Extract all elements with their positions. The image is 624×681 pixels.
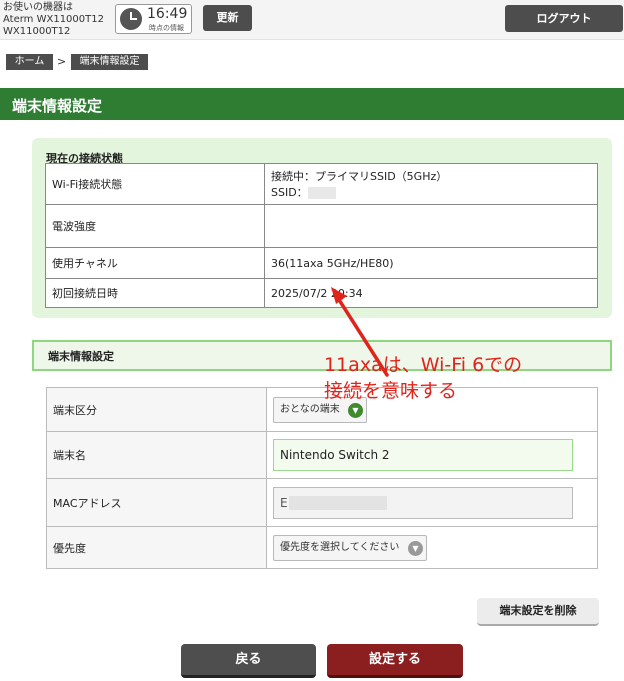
chevron-down-icon: ▼ [348,402,363,418]
table-row: 使用チャネル 36(11axa 5GHz/HE80) [45,247,598,279]
clock-time: 16:49 [147,6,188,22]
table-row: 優先度 優先度を選択してください ▼ [46,526,598,569]
update-button[interactable]: 更新 [203,5,252,31]
mac-cell: E [266,478,598,527]
top-header: お使いの機器は Aterm WX11000T12 WX11000T12 16:4… [0,0,624,40]
clock-widget: 16:49 時点の情報 [115,4,192,34]
priority-select[interactable]: 優先度を選択してください ▼ [273,534,427,561]
mac-label: MACアドレス [46,478,267,527]
wifi-status-value: 接続中：プライマリSSID（5GHz） SSID： [264,163,598,205]
device-name-label: 端末名 [46,431,267,479]
mac-redacted [289,495,387,510]
connection-status-panel: 現在の接続状態 Wi-Fi接続状態 接続中：プライマリSSID（5GHz） SS… [32,138,612,318]
channel-label: 使用チャネル [45,247,265,279]
category-label: 端末区分 [46,387,267,432]
ssid-label: SSID： [271,186,308,199]
table-row: 端末名 Nintendo Switch 2 [46,431,598,479]
annotation-text: 11axaは、Wi-Fi 6での 接続を意味する [324,352,522,404]
wifi-status-label: Wi-Fi接続状態 [45,163,265,205]
annotation-line2: 接続を意味する [324,380,458,402]
device-label: お使いの機器は [3,2,73,13]
settings-section-title: 端末情報設定 [48,350,114,363]
device-name-input[interactable]: Nintendo Switch 2 [273,439,573,471]
wifi-status-line: 接続中：プライマリSSID（5GHz） [271,170,448,183]
device-model: Aterm WX11000T12 [3,14,104,25]
table-row: Wi-Fi接続状態 接続中：プライマリSSID（5GHz） SSID： [45,163,598,205]
page-title-bar: 端末情報設定 [0,88,624,120]
settings-table: 端末区分 おとなの端末 ▼ 端末名 Nintendo Switch 2 MACア… [46,387,598,569]
table-row: 電波強度 [45,204,598,248]
page-title: 端末情報設定 [12,97,103,115]
settings-section-header: 端末情報設定 [32,340,612,371]
breadcrumb-separator: > [57,55,67,68]
device-model-secondary: WX11000T12 [3,26,71,37]
first-connect-label: 初回接続日時 [45,278,265,308]
priority-placeholder: 優先度を選択してください [280,541,400,553]
clock-label: 時点の情報 [149,24,184,32]
breadcrumb-home[interactable]: ホーム [6,54,53,70]
submit-button[interactable]: 設定する [327,644,463,678]
signal-label: 電波強度 [45,204,265,248]
delete-settings-button[interactable]: 端末設定を削除 [477,598,599,626]
annotation-line1: 11axaは、Wi-Fi 6での [324,354,523,376]
mac-value: E [280,495,288,510]
category-value: おとなの端末 [280,403,340,415]
table-row: MACアドレス E [46,478,598,527]
back-button[interactable]: 戻る [181,644,316,678]
connection-status-table: Wi-Fi接続状態 接続中：プライマリSSID（5GHz） SSID： 電波強度… [45,163,598,308]
priority-cell: 優先度を選択してください ▼ [266,526,598,569]
breadcrumb-current: 端末情報設定 [71,54,148,70]
device-info: お使いの機器は Aterm WX11000T12 WX11000T12 [3,2,104,38]
signal-value [264,204,598,248]
mac-address-field: E [273,486,573,519]
ssid-line: SSID： [271,184,591,200]
chevron-down-icon: ▼ [408,540,423,556]
ssid-redacted [307,187,336,199]
clock-icon [120,8,142,30]
priority-label: 優先度 [46,526,267,569]
first-connect-value: 2025/07/2 20:34 [264,278,598,308]
device-name-cell: Nintendo Switch 2 [266,431,598,479]
table-row: 初回接続日時 2025/07/2 20:34 [45,278,598,308]
channel-value: 36(11axa 5GHz/HE80) [264,247,598,279]
logout-button[interactable]: ログアウト [505,5,623,32]
